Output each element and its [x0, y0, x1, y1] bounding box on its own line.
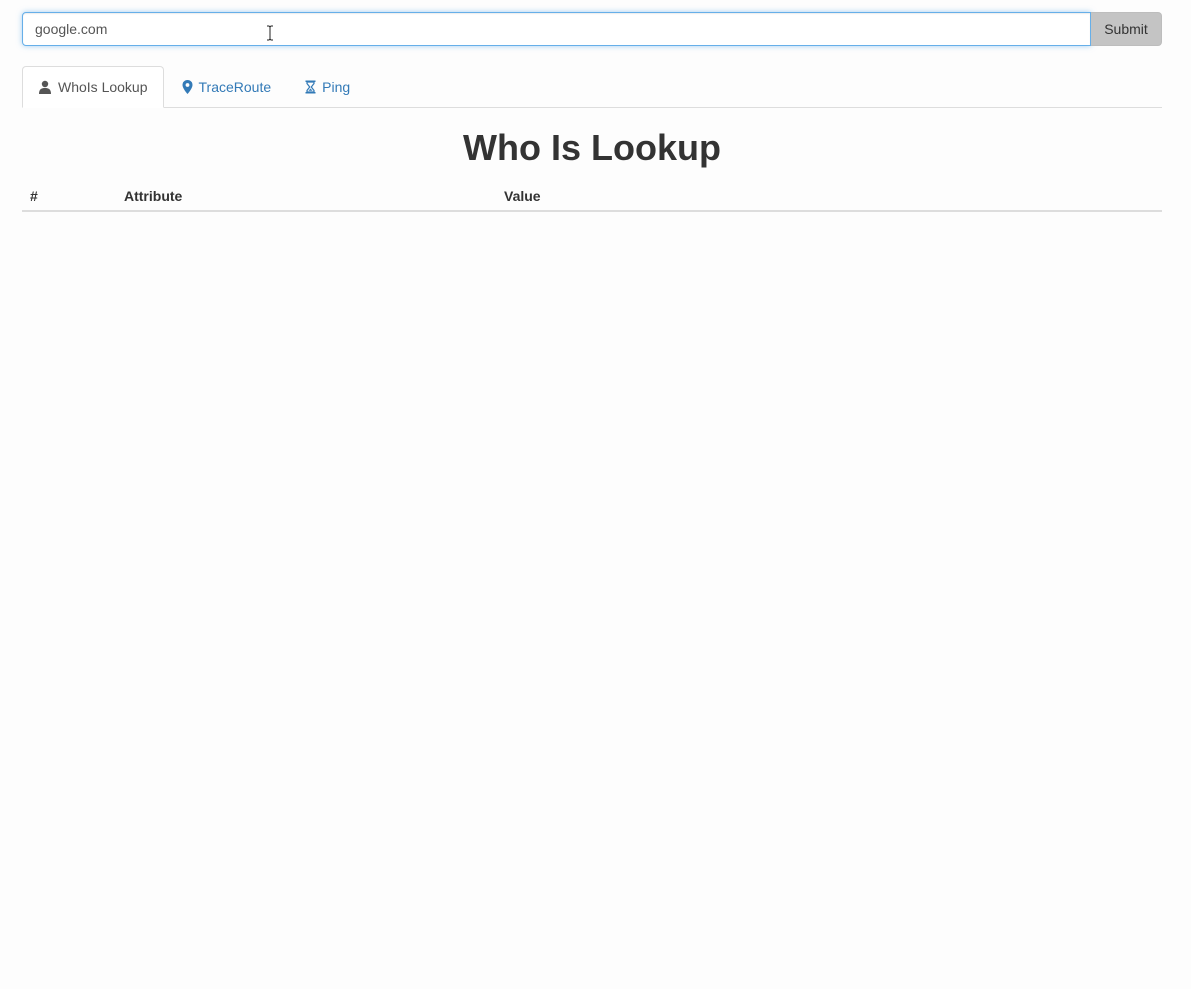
tab-ping[interactable]: Ping — [289, 66, 366, 107]
tab-label: WhoIs Lookup — [58, 79, 148, 95]
domain-input[interactable] — [22, 12, 1091, 46]
page-title: Who Is Lookup — [463, 127, 721, 168]
tab-bar: WhoIs Lookup TraceRoute Ping — [22, 66, 1162, 108]
column-header-index: # — [22, 182, 116, 212]
user-icon — [39, 80, 51, 94]
tab-traceroute[interactable]: TraceRoute — [166, 66, 288, 107]
hourglass-icon — [305, 80, 316, 93]
column-header-value: Value — [496, 182, 1162, 212]
map-marker-icon — [182, 79, 192, 94]
tab-label: Ping — [322, 78, 351, 95]
search-bar: Submit — [22, 12, 1162, 46]
whois-results-table: # Attribute Value — [22, 182, 1162, 212]
submit-button[interactable]: Submit — [1091, 12, 1162, 46]
app-container: Submit WhoIs Lookup TraceRoute Ping — [22, 12, 1162, 212]
column-header-attribute: Attribute — [116, 182, 496, 212]
tab-whois-lookup[interactable]: WhoIs Lookup — [22, 66, 164, 108]
table-header-row: # Attribute Value — [22, 182, 1162, 212]
tab-label: TraceRoute — [198, 78, 272, 95]
